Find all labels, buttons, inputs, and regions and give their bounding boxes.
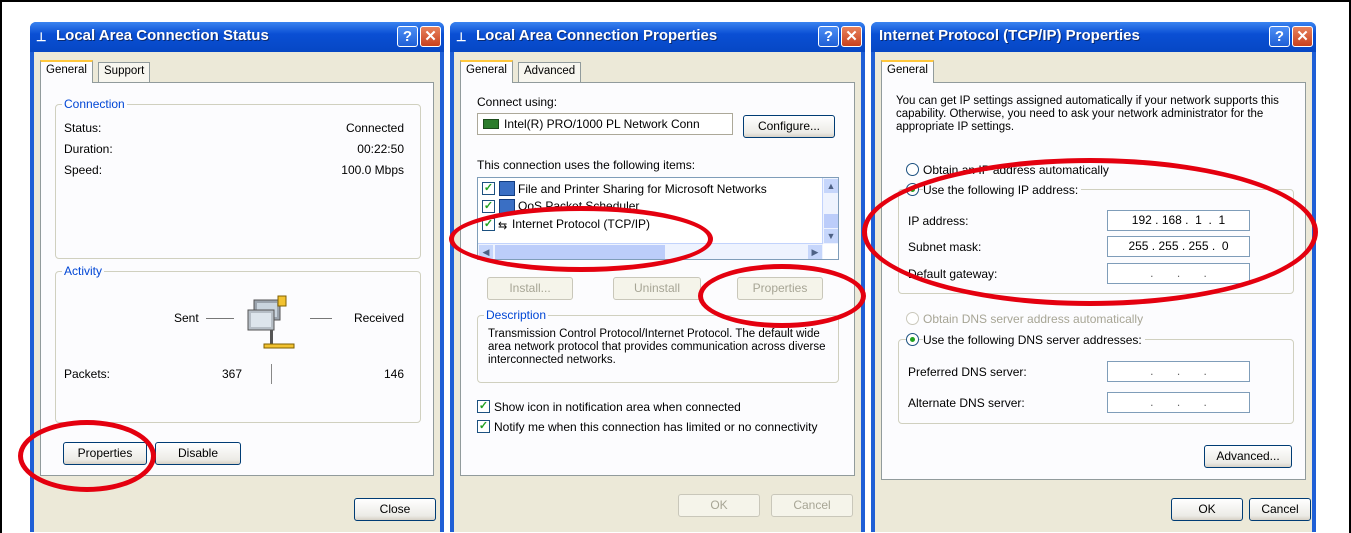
packets-received-value: 146 bbox=[383, 367, 404, 381]
adapter-name-box: Intel(R) PRO/1000 PL Network Conn bbox=[477, 113, 733, 135]
cancel-button[interactable]: Cancel bbox=[771, 494, 853, 517]
dialog-title: Local Area Connection Status bbox=[56, 27, 269, 44]
scroll-right-icon[interactable]: ▶ bbox=[808, 245, 822, 259]
status-label: Status: bbox=[64, 121, 102, 135]
help-button[interactable]: ? bbox=[1269, 26, 1290, 47]
close-button[interactable]: Close bbox=[354, 498, 436, 521]
tab-general[interactable]: General bbox=[40, 60, 93, 83]
help-button[interactable]: ? bbox=[397, 26, 418, 47]
install-button[interactable]: Install... bbox=[487, 277, 573, 300]
title-bar[interactable]: ⊥ Local Area Connection Status ? ✕ bbox=[30, 22, 444, 52]
close-window-button[interactable]: ✕ bbox=[1292, 26, 1313, 47]
alternate-dns-label: Alternate DNS server: bbox=[908, 396, 1025, 410]
title-bar[interactable]: Internet Protocol (TCP/IP) Properties ? … bbox=[871, 22, 1316, 52]
activity-group: Activity Sent Received Packets: 367 146 bbox=[55, 264, 421, 423]
disable-button[interactable]: Disable bbox=[155, 442, 241, 465]
highlight-ellipse-ip-settings bbox=[862, 158, 1318, 306]
preferred-dns-label: Preferred DNS server: bbox=[908, 365, 1027, 379]
adapter-name: Intel(R) PRO/1000 PL Network Conn bbox=[504, 117, 700, 131]
duration-label: Duration: bbox=[64, 142, 113, 156]
advanced-button[interactable]: Advanced... bbox=[1204, 445, 1292, 468]
help-button[interactable]: ? bbox=[818, 26, 839, 47]
packets-sent-value: 367 bbox=[222, 367, 243, 381]
obtain-ip-auto-radio[interactable] bbox=[906, 163, 919, 176]
notify-checkbox[interactable]: ✓ bbox=[477, 420, 490, 433]
tab-support[interactable]: Support bbox=[98, 62, 151, 82]
speed-label: Speed: bbox=[64, 163, 103, 177]
item-label-file-sharing[interactable]: File and Printer Sharing for Microsoft N… bbox=[518, 182, 767, 196]
packets-divider bbox=[271, 364, 272, 384]
sent-label: Sent bbox=[174, 311, 199, 325]
connection-group: Connection Status: Connected Duration: 0… bbox=[55, 97, 421, 259]
tab-general[interactable]: General bbox=[460, 60, 513, 83]
file-sharing-icon bbox=[499, 181, 515, 196]
tab-general[interactable]: General bbox=[881, 60, 934, 83]
cancel-button[interactable]: Cancel bbox=[1249, 498, 1311, 521]
title-bar[interactable]: ⊥ Local Area Connection Properties ? ✕ bbox=[450, 22, 865, 52]
speed-value: 100.0 Mbps bbox=[341, 163, 404, 177]
intro-text: You can get IP settings assigned automat… bbox=[896, 95, 1279, 133]
scroll-thumb[interactable] bbox=[824, 214, 838, 228]
use-following-dns-radio[interactable] bbox=[906, 333, 919, 346]
ok-button[interactable]: OK bbox=[1171, 498, 1243, 521]
packets-label: Packets: bbox=[64, 367, 111, 381]
sent-line bbox=[206, 318, 234, 319]
received-label: Received bbox=[353, 311, 404, 325]
item-checkbox-qos[interactable]: ✓ bbox=[482, 200, 495, 213]
close-window-button[interactable]: ✕ bbox=[420, 26, 441, 47]
configure-button[interactable]: Configure... bbox=[743, 115, 835, 138]
obtain-dns-auto-label[interactable]: Obtain DNS server address automatically bbox=[923, 312, 1143, 326]
show-icon-checkbox[interactable]: ✓ bbox=[477, 400, 490, 413]
obtain-dns-auto-radio[interactable] bbox=[906, 312, 919, 325]
description-group-title: Description bbox=[484, 308, 549, 322]
status-value: Connected bbox=[345, 121, 404, 135]
alternate-dns-field[interactable]: . . . bbox=[1107, 392, 1250, 413]
highlight-ellipse-properties-button bbox=[698, 264, 866, 328]
scroll-down-icon[interactable]: ▼ bbox=[824, 229, 838, 243]
notify-label[interactable]: Notify me when this connection has limit… bbox=[494, 420, 818, 434]
tab-advanced[interactable]: Advanced bbox=[518, 62, 582, 82]
vertical-scrollbar[interactable]: ▲ ▼ bbox=[822, 178, 838, 244]
network-activity-icon bbox=[242, 292, 306, 354]
item-checkbox-file-sharing[interactable]: ✓ bbox=[482, 182, 495, 195]
preferred-dns-field[interactable]: . . . bbox=[1107, 361, 1250, 382]
highlight-ellipse-status-properties bbox=[18, 420, 156, 492]
activity-group-title: Activity bbox=[62, 264, 105, 278]
uninstall-button[interactable]: Uninstall bbox=[613, 277, 701, 300]
description-text: Transmission Control Protocol/Internet P… bbox=[488, 328, 826, 366]
ok-button[interactable]: OK bbox=[678, 494, 760, 517]
dialog-title: Local Area Connection Properties bbox=[476, 27, 718, 44]
network-connection-icon: ⊥ bbox=[36, 30, 47, 44]
use-following-dns-label[interactable]: Use the following DNS server addresses: bbox=[923, 333, 1145, 347]
highlight-ellipse-tcpip-item bbox=[449, 206, 713, 272]
items-label: This connection uses the following items… bbox=[477, 158, 696, 172]
network-adapter-icon bbox=[483, 119, 499, 129]
received-line bbox=[310, 318, 332, 319]
connection-group-title: Connection bbox=[62, 97, 127, 111]
duration-value: 00:22:50 bbox=[357, 142, 404, 156]
close-window-button[interactable]: ✕ bbox=[841, 26, 862, 47]
scroll-up-icon[interactable]: ▲ bbox=[824, 179, 838, 193]
network-connection-icon: ⊥ bbox=[456, 30, 467, 44]
dialog-title: Internet Protocol (TCP/IP) Properties bbox=[879, 27, 1140, 44]
tab-panel: Connection Status: Connected Duration: 0… bbox=[40, 82, 434, 476]
connect-using-label: Connect using: bbox=[477, 95, 558, 109]
show-icon-label[interactable]: Show icon in notification area when conn… bbox=[494, 400, 741, 414]
